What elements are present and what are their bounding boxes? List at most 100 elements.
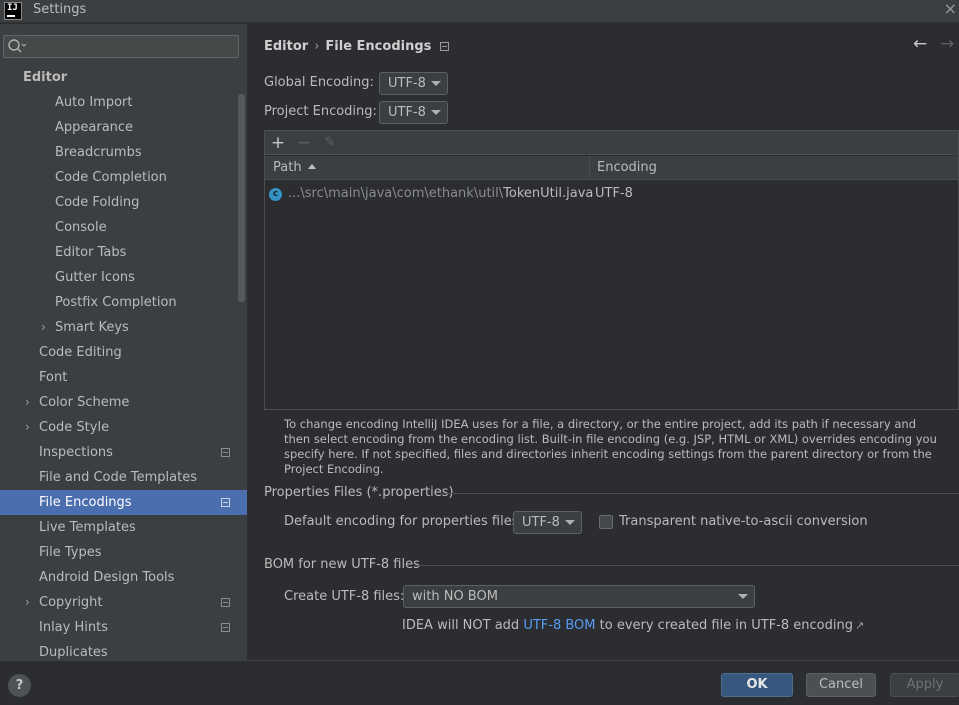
forward-arrow-icon: → <box>940 34 955 54</box>
search-icon <box>8 39 26 53</box>
properties-group-title: Properties Files (*.properties) <box>264 485 454 500</box>
column-header-encoding[interactable]: Encoding <box>597 156 657 180</box>
properties-encoding-value: UTF-8 <box>522 515 560 530</box>
chevron-down-icon <box>431 81 441 86</box>
chevron-down-icon <box>431 110 441 115</box>
sidebar-item-inspections[interactable]: Inspections <box>0 440 237 465</box>
sidebar-item-file-encodings[interactable]: File Encodings <box>0 490 247 515</box>
sidebar-item-label: Inspections <box>39 445 113 460</box>
sidebar-scrollbar[interactable] <box>238 94 245 302</box>
sidebar-item-android-design-tools[interactable]: Android Design Tools <box>0 565 237 590</box>
native-to-ascii-label[interactable]: Transparent native-to-ascii conversion <box>619 514 868 529</box>
sidebar-item-label: Auto Import <box>55 95 133 110</box>
path-file-name: TokenUtil.java <box>503 186 594 201</box>
group-separator <box>441 493 959 494</box>
breadcrumb-parent[interactable]: Editor <box>264 39 308 54</box>
sidebar-item-label: Code Editing <box>39 345 122 360</box>
title-bar: IJ Settings × <box>0 0 959 23</box>
tree-section-editor[interactable]: Editor <box>0 65 237 90</box>
global-encoding-dropdown[interactable]: UTF-8 <box>379 72 448 95</box>
sidebar-item-file-types[interactable]: File Types <box>0 540 237 565</box>
table-toolbar: + − ✎ <box>265 131 958 155</box>
add-icon[interactable]: + <box>267 131 289 155</box>
java-class-icon: c <box>269 188 282 201</box>
sidebar-item-postfix-completion[interactable]: Postfix Completion <box>0 290 237 315</box>
sidebar-item-gutter-icons[interactable]: Gutter Icons <box>0 265 237 290</box>
column-divider[interactable] <box>589 156 590 180</box>
back-arrow-icon[interactable]: ← <box>913 34 927 54</box>
column-header-path[interactable]: Path <box>273 156 316 180</box>
ok-button[interactable]: OK <box>721 673 793 697</box>
sidebar-item-code-completion[interactable]: Code Completion <box>0 165 237 190</box>
bom-note-suffix: to every created file in UTF-8 encoding <box>599 618 853 633</box>
column-header-path-label: Path <box>273 160 302 175</box>
sidebar-item-font[interactable]: Font <box>0 365 237 390</box>
sidebar-item-label: Color Scheme <box>39 395 130 410</box>
dialog-button-bar: ? OK Cancel Apply <box>0 660 959 705</box>
bom-create-value: with NO BOM <box>412 589 498 604</box>
cancel-button[interactable]: Cancel <box>806 673 876 697</box>
settings-tree: Editor Auto Import Appearance Breadcrumbs C… <box>0 65 247 665</box>
sidebar-item-label: Duplicates <box>39 645 108 660</box>
help-button[interactable]: ? <box>8 674 31 697</box>
path-cell[interactable]: ...\src\main\java\com\ethank\util\TokenU… <box>288 182 593 206</box>
bom-note: IDEA will NOT add UTF-8 BOM to every cre… <box>402 618 864 633</box>
sidebar-item-label: Appearance <box>55 120 134 135</box>
encoding-cell[interactable]: UTF-8 <box>595 182 633 206</box>
breadcrumb-current: File Encodings <box>325 39 432 54</box>
sidebar-item-smart-keys[interactable]: › Smart Keys <box>0 315 237 340</box>
bom-create-dropdown[interactable]: with NO BOM <box>403 585 755 608</box>
sidebar-item-label: Copyright <box>39 595 103 610</box>
path-prefix: ...\src\main\java\com\ethank\util\ <box>288 186 504 201</box>
window-title: Settings <box>33 2 87 17</box>
table-header: Path Encoding <box>265 156 958 180</box>
sidebar-item-auto-import[interactable]: Auto Import <box>0 90 237 115</box>
native-to-ascii-checkbox[interactable] <box>599 515 613 529</box>
external-link-icon: ↗ <box>854 619 865 632</box>
chevron-down-icon <box>738 594 748 599</box>
sidebar-item-color-scheme[interactable]: › Color Scheme <box>0 390 237 415</box>
bom-create-label: Create UTF-8 files: <box>284 589 405 604</box>
group-separator <box>415 565 959 566</box>
sidebar-item-copyright[interactable]: › Copyright <box>0 590 237 615</box>
sidebar-item-code-style[interactable]: › Code Style <box>0 415 237 440</box>
sidebar-item-code-editing[interactable]: Code Editing <box>0 340 237 365</box>
sidebar-item-editor-tabs[interactable]: Editor Tabs <box>0 240 237 265</box>
chevron-right-icon[interactable]: › <box>25 590 37 615</box>
settings-content: Editor › File Encodings ← → Global Encodin… <box>247 24 959 660</box>
sidebar-item-breadcrumbs[interactable]: Breadcrumbs <box>0 140 237 165</box>
sidebar-item-live-templates[interactable]: Live Templates <box>0 515 237 540</box>
file-encodings-table: + − ✎ Path Encoding c ...\src\main\java\… <box>264 130 959 410</box>
project-encoding-dropdown[interactable]: UTF-8 <box>379 101 448 124</box>
project-scope-icon <box>221 448 230 457</box>
sidebar-item-appearance[interactable]: Appearance <box>0 115 237 140</box>
sidebar-item-label: Postfix Completion <box>55 295 177 310</box>
sidebar-item-label: Font <box>39 370 68 385</box>
global-encoding-value: UTF-8 <box>388 76 426 91</box>
settings-search-input[interactable] <box>3 35 239 58</box>
properties-encoding-dropdown[interactable]: UTF-8 <box>513 511 582 534</box>
sort-ascending-icon <box>307 164 316 169</box>
remove-icon: − <box>296 133 312 153</box>
table-row[interactable]: c ...\src\main\java\com\ethank\util\Toke… <box>265 182 958 206</box>
project-scope-icon <box>221 598 230 607</box>
chevron-right-icon[interactable]: › <box>25 415 37 440</box>
sidebar-item-label: Code Style <box>39 420 110 435</box>
project-scope-icon <box>221 498 230 507</box>
sidebar-item-label: Code Completion <box>55 170 167 185</box>
sidebar-item-code-folding[interactable]: Code Folding <box>0 190 237 215</box>
project-encoding-label: Project Encoding: <box>264 104 377 119</box>
close-icon[interactable]: × <box>944 0 957 18</box>
sidebar-item-console[interactable]: Console <box>0 215 237 240</box>
breadcrumb-separator: › <box>314 39 320 54</box>
sidebar-item-inlay-hints[interactable]: Inlay Hints <box>0 615 237 640</box>
chevron-right-icon[interactable]: › <box>41 315 53 340</box>
global-encoding-label: Global Encoding: <box>264 75 374 90</box>
sidebar-item-label: Editor Tabs <box>55 245 127 260</box>
sidebar-item-file-and-code-templates[interactable]: File and Code Templates <box>0 465 237 490</box>
bom-group-title: BOM for new UTF-8 files <box>264 557 420 572</box>
chevron-right-icon[interactable]: › <box>25 390 37 415</box>
utf8-bom-link[interactable]: UTF-8 BOM <box>523 618 595 633</box>
sidebar-item-label: Breadcrumbs <box>55 145 142 160</box>
tree-section-label: Editor <box>23 70 68 85</box>
